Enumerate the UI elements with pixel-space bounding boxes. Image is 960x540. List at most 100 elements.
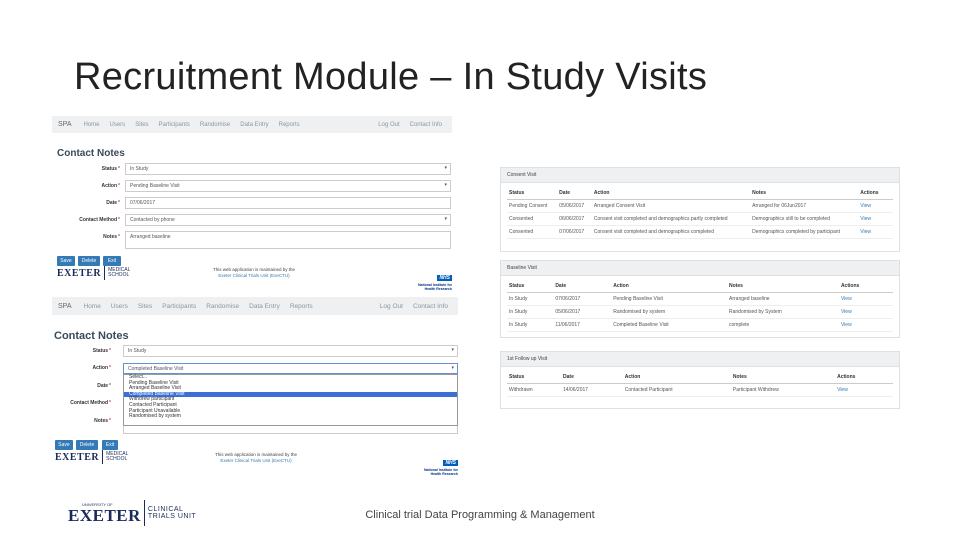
nihr-logo: NHS National Institute for Health Researc… <box>423 460 458 476</box>
nav-reports[interactable]: Reports <box>290 303 313 310</box>
nav-home[interactable]: Home <box>84 303 101 310</box>
action-dropdown-list: Select... Pending Baseline Visit Arrange… <box>123 374 458 426</box>
table-header: Actions <box>835 371 893 384</box>
exeter-medical-school-logo: EXETER MEDICAL SCHOOL <box>55 450 129 464</box>
navbar-top: SPA Home Users Sites Participants Random… <box>52 116 452 133</box>
table-header: Action <box>591 187 751 200</box>
nav-users[interactable]: Users <box>110 122 126 128</box>
action-select[interactable]: Completed Baseline Visit ▾ <box>123 363 458 374</box>
nav-data-entry[interactable]: Data Entry <box>249 303 280 310</box>
save-button[interactable]: Save <box>55 440 73 450</box>
view-link[interactable]: View <box>838 292 893 306</box>
baseline-visit-table: Status Date Action Notes Actions In Stud… <box>507 280 893 332</box>
baseline-visit-panel: Baseline Visit Status Date Action Notes … <box>500 260 900 338</box>
action-select[interactable]: Pending Baseline Visit ▾ <box>125 180 451 192</box>
notes-textarea[interactable] <box>123 426 458 434</box>
follow-up-visit-table: Status Date Action Notes Actions Withdra… <box>507 371 893 397</box>
chevron-down-icon: ▾ <box>451 365 454 371</box>
nav-logout[interactable]: Log Out <box>378 122 399 128</box>
nav-data-entry[interactable]: Data Entry <box>240 122 268 128</box>
dropdown-option[interactable]: Randomised by system <box>124 414 457 420</box>
navbar-bottom: SPA Home Users Sites Participants Random… <box>52 297 458 315</box>
nav-participants[interactable]: Participants <box>159 122 190 128</box>
view-link[interactable]: View <box>838 305 893 319</box>
chevron-down-icon: ▾ <box>444 165 447 171</box>
status-label: Status* <box>92 348 111 354</box>
nav-randomise[interactable]: Randomise <box>200 122 230 128</box>
exeter-medical-school-logo: EXETER MEDICAL SCHOOL <box>57 266 131 280</box>
contact-method-select[interactable]: Contacted by phone ▾ <box>125 214 451 226</box>
table-row: Pending Consent 05/06/2017 Arranged Cons… <box>507 199 893 213</box>
table-header: Status <box>507 280 554 293</box>
status-select[interactable]: In Study ▾ <box>125 163 451 175</box>
nav-participants[interactable]: Participants <box>162 303 196 310</box>
notes-label: Notes* <box>103 234 120 240</box>
table-header: Notes <box>750 187 859 200</box>
nav-sites[interactable]: Sites <box>135 122 148 128</box>
chevron-down-icon: ▾ <box>451 347 454 353</box>
maintained-note: This web application is maintained by th… <box>214 452 298 463</box>
contact-notes-title: Contact Notes <box>54 330 129 342</box>
table-row: Consented 06/06/2017 Consent visit compl… <box>507 212 893 226</box>
status-select[interactable]: In Study ▾ <box>123 345 458 357</box>
date-label: Date* <box>106 200 120 206</box>
table-row: Consented 07/06/2017 Consent visit compl… <box>507 225 893 239</box>
panel-title: Consent Visit <box>501 168 899 183</box>
slide-title: Recruitment Module – In Study Visits <box>74 56 708 98</box>
delete-button[interactable]: Delete <box>78 256 100 266</box>
nav-brand[interactable]: SPA <box>58 303 72 310</box>
table-header: Notes <box>730 371 836 384</box>
table-header: Actions <box>838 280 893 293</box>
action-label: Action* <box>92 365 111 371</box>
view-link[interactable]: View <box>838 318 893 332</box>
table-header: Notes <box>727 280 839 293</box>
table-row: In Study 07/06/2017 Pending Baseline Vis… <box>507 292 893 306</box>
table-header: Action <box>611 280 727 293</box>
table-header: Date <box>557 187 592 200</box>
save-button[interactable]: Save <box>57 256 75 266</box>
table-header: Actions <box>858 187 893 200</box>
chevron-down-icon: ▾ <box>444 182 447 188</box>
nav-contact-info[interactable]: Contact Info <box>413 303 448 310</box>
nav-sites[interactable]: Sites <box>138 303 152 310</box>
nihr-logo: NHS National Institute for Health Researc… <box>417 275 452 291</box>
date-input[interactable]: 07/06/2017 <box>125 197 451 209</box>
contact-method-label: Contact Method* <box>79 217 120 223</box>
nav-users[interactable]: Users <box>111 303 128 310</box>
table-header: Action <box>622 371 731 384</box>
panel-title: 1st Follow up Visit <box>501 352 899 367</box>
nav-logout[interactable]: Log Out <box>380 303 403 310</box>
status-label: Status* <box>101 166 120 172</box>
nav-reports[interactable]: Reports <box>279 122 300 128</box>
consent-visit-table: Status Date Action Notes Actions Pending… <box>507 187 893 239</box>
table-header: Status <box>507 187 558 200</box>
view-link[interactable]: View <box>858 199 893 213</box>
panel-title: Baseline Visit <box>501 261 899 276</box>
contact-method-label: Contact Method* <box>70 400 111 406</box>
slide-footer: Clinical trial Data Programming & Manage… <box>365 509 595 521</box>
table-row: In Study 11/06/2017 Completed Baseline V… <box>507 318 893 332</box>
view-link[interactable]: View <box>835 383 893 397</box>
view-link[interactable]: View <box>858 212 893 226</box>
consent-visit-panel: Consent Visit Status Date Action Notes A… <box>500 167 900 252</box>
delete-button[interactable]: Delete <box>76 440 98 450</box>
notes-textarea[interactable]: Arranged baseline <box>125 231 451 249</box>
chevron-down-icon: ▾ <box>444 216 447 222</box>
action-label: Action* <box>101 183 120 189</box>
exit-button[interactable]: Exit <box>102 440 118 450</box>
nav-home[interactable]: Home <box>84 122 100 128</box>
table-row: In Study 05/06/2017 Randomised by system… <box>507 305 893 319</box>
follow-up-visit-panel: 1st Follow up Visit Status Date Action N… <box>500 351 900 409</box>
date-label: Date* <box>97 383 111 389</box>
nav-randomise[interactable]: Randomise <box>206 303 239 310</box>
nav-contact-info[interactable]: Contact Info <box>410 122 442 128</box>
exit-button[interactable]: Exit <box>103 256 121 266</box>
table-row: Withdrawn 14/06/2017 Contacted Participa… <box>507 383 893 397</box>
maintained-note: This web application is maintained by th… <box>212 267 296 278</box>
table-header: Status <box>507 371 562 384</box>
table-header: Date <box>561 371 623 384</box>
notes-label: Notes* <box>94 418 111 424</box>
view-link[interactable]: View <box>858 225 893 239</box>
nav-brand[interactable]: SPA <box>58 121 72 128</box>
contact-notes-title: Contact Notes <box>57 148 125 159</box>
